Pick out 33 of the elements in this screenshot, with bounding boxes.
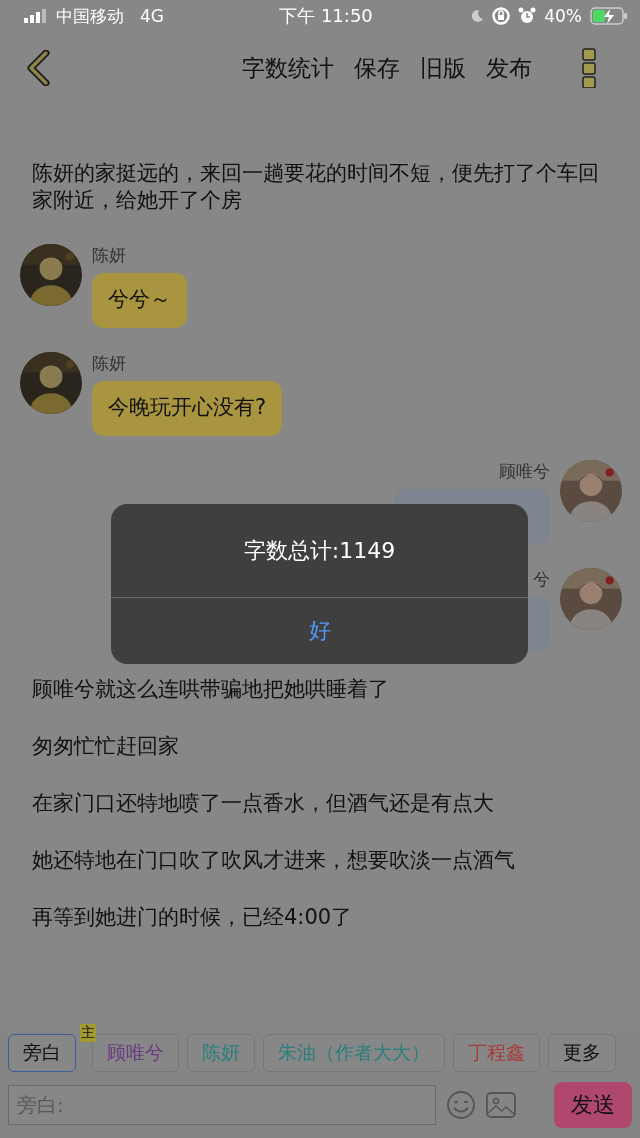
moon-icon: [470, 9, 485, 23]
carrier: 中国移动: [56, 4, 124, 28]
narration-text: 再等到她进门的时候，已经4:00了: [32, 904, 354, 931]
more-icon[interactable]: [582, 48, 596, 88]
send-button[interactable]: 发送: [554, 1082, 632, 1128]
narration-text: 顾唯兮就这么连哄带骗地把她哄睡着了: [32, 676, 390, 703]
ok-button[interactable]: 好: [111, 598, 528, 664]
sender-name: 陈妍: [92, 352, 127, 375]
sender-name: 顾唯兮: [499, 460, 550, 483]
narration-text: 陈妍的家挺远的，来回一趟要花的时间不短，便先打了个车回家附近，给她开了个房: [32, 160, 600, 214]
clock: 下午 11:50: [279, 4, 373, 28]
narration-text: 在家门口还特地喷了一点香水，但酒气还是有点大: [32, 790, 495, 817]
main-role-badge: 主: [80, 1024, 96, 1042]
sender-name: 陈妍: [92, 244, 127, 267]
role-chip[interactable]: 旁白: [8, 1034, 76, 1072]
message-bubble: 今晚玩开心没有?: [92, 381, 283, 436]
role-chip[interactable]: 更多: [548, 1034, 616, 1072]
nav-action[interactable]: 保存: [348, 48, 406, 88]
sender-name: 兮: [533, 568, 550, 591]
rotation-lock-icon: [492, 7, 511, 25]
nav-action[interactable]: 字数统计: [236, 48, 340, 88]
signal-icon: [24, 9, 48, 23]
battery-percent: 40%: [544, 6, 582, 26]
network-type: 4G: [140, 6, 164, 26]
back-icon[interactable]: [26, 50, 52, 86]
alarm-icon: [518, 7, 537, 25]
alert-title: 字数总计:1149: [111, 504, 528, 598]
narration-text: 匆匆忙忙赶回家: [32, 733, 180, 760]
nav-action[interactable]: 旧版: [414, 48, 472, 88]
battery-charging-icon: [590, 7, 628, 25]
narration-text: 她还特地在门口吹了吹风才进来，想要吹淡一点酒气: [32, 847, 516, 874]
message-bubble: 兮兮～: [92, 273, 187, 328]
nav-action[interactable]: 发布: [480, 48, 538, 88]
